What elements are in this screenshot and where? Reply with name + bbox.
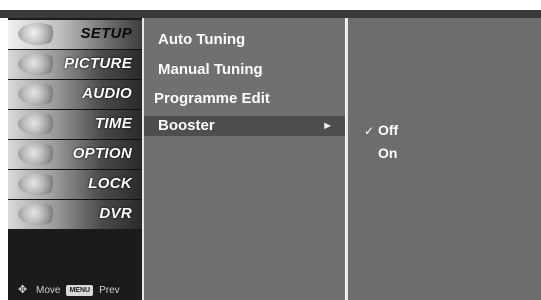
top-bar xyxy=(0,10,541,18)
category-time[interactable]: TIME xyxy=(8,110,142,139)
film-reel-icon xyxy=(18,53,58,75)
booster-options: ✓ Off On xyxy=(346,18,541,300)
checkmark-icon: ✓ xyxy=(364,124,375,138)
category-label: AUDIO xyxy=(82,85,132,102)
option-label: Off xyxy=(378,122,399,138)
category-setup[interactable]: SETUP xyxy=(8,20,142,49)
category-option[interactable]: OPTION xyxy=(8,140,142,169)
category-label: TIME xyxy=(94,115,132,132)
option-label: On xyxy=(378,145,398,161)
submenu-item-programme-edit[interactable]: Programme Edit xyxy=(144,86,345,112)
prev-hint-label: Prev xyxy=(99,284,120,296)
move-arrows-icon xyxy=(18,283,30,296)
submenu-item-label: Auto Tuning xyxy=(158,31,246,48)
disc-icon xyxy=(18,203,58,225)
option-on[interactable]: On xyxy=(348,142,541,164)
category-picture[interactable]: PICTURE xyxy=(8,50,142,79)
category-label: LOCK xyxy=(88,175,132,192)
submenu-item-booster[interactable]: Booster ► xyxy=(144,116,345,136)
category-lock[interactable]: LOCK xyxy=(8,170,142,199)
satellite-dish-icon xyxy=(18,23,58,45)
setup-submenu: Auto Tuning Manual Tuning Programme Edit… xyxy=(144,18,345,300)
submenu-item-manual-tuning[interactable]: Manual Tuning xyxy=(144,57,345,83)
submenu-item-label: Booster xyxy=(158,117,215,134)
category-menu: SETUP PICTURE AUDIO TIME OPTION LOCK DVR… xyxy=(8,18,144,300)
menu-key-icon: MENU xyxy=(66,284,94,296)
category-audio[interactable]: AUDIO xyxy=(8,80,142,109)
tv-osd-screen: SETUP PICTURE AUDIO TIME OPTION LOCK DVR… xyxy=(0,0,541,300)
category-label: OPTION xyxy=(72,145,132,162)
submenu-item-label: Manual Tuning xyxy=(158,61,263,78)
submenu-item-auto-tuning[interactable]: Auto Tuning xyxy=(144,27,345,53)
category-label: DVR xyxy=(99,205,132,222)
move-hint-label: Move xyxy=(36,284,61,296)
option-tag-icon xyxy=(18,143,58,165)
clock-icon xyxy=(18,113,58,135)
category-label: PICTURE xyxy=(64,55,132,72)
category-dvr[interactable]: DVR xyxy=(8,200,142,229)
category-label: SETUP xyxy=(80,25,132,42)
option-off[interactable]: ✓ Off xyxy=(348,119,541,141)
lock-icon xyxy=(18,173,58,195)
speaker-icon xyxy=(18,83,58,105)
navigation-hint: Move MENU Prev xyxy=(18,283,120,296)
submenu-arrow-right-icon: ► xyxy=(322,120,333,132)
submenu-item-label: Programme Edit xyxy=(154,90,270,107)
